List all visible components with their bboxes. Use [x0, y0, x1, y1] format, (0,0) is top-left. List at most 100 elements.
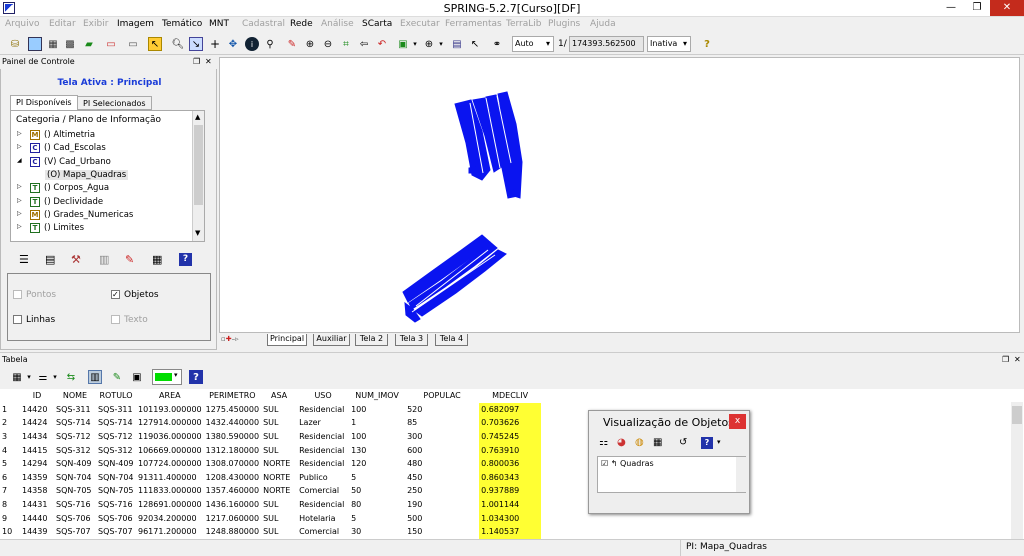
- column-header[interactable]: AREA: [136, 389, 204, 403]
- zoom-fit-icon[interactable]: ⌗: [339, 37, 353, 51]
- chevron-down-icon[interactable]: ▾: [434, 37, 448, 51]
- menu-terralib[interactable]: TerraLib: [506, 19, 542, 29]
- column-header[interactable]: ASA: [261, 389, 297, 403]
- properties-icon[interactable]: ▤: [45, 253, 55, 266]
- table-row[interactable]: 9 14440 SQS-706 SQS-706 92034.200000 1217.060…: [0, 511, 542, 525]
- objects-list-item[interactable]: ☑ ↰ Quadras: [601, 459, 654, 468]
- grid-view-icon[interactable]: ▥: [88, 370, 102, 384]
- help-icon[interactable]: ?: [700, 37, 714, 51]
- list-icon[interactable]: ☰: [19, 253, 29, 266]
- info-icon[interactable]: i: [245, 37, 259, 51]
- tree-item[interactable]: ▷ T () Limites: [11, 222, 191, 235]
- measure-icon[interactable]: ⚲: [263, 37, 277, 51]
- tree-item[interactable]: ▷ C () Cad_Escolas: [11, 142, 191, 155]
- column-header[interactable]: ROTULO: [96, 389, 136, 403]
- zoom-out-icon[interactable]: ⊖: [321, 37, 335, 51]
- color-wheel-icon[interactable]: ◍: [635, 437, 644, 448]
- canvas-tab-tela2[interactable]: Tela 2: [355, 334, 388, 346]
- close-icon[interactable]: ✕: [205, 55, 212, 69]
- database-icon[interactable]: ⛁: [8, 37, 22, 51]
- state-select[interactable]: Inativa ▾: [647, 36, 691, 52]
- undo-icon[interactable]: ↶: [375, 37, 389, 51]
- table-row[interactable]: 1 14420 SQS-311 SQS-311 101193.000000 1275.45…: [0, 402, 542, 417]
- frame-icon[interactable]: ▤: [450, 37, 464, 51]
- transfer-icon[interactable]: ⇆: [64, 370, 78, 384]
- tree-item[interactable]: ▷ T () Corpos_Agua: [11, 182, 191, 195]
- quadra-polygon[interactable]: [468, 166, 477, 174]
- select-tool-icon[interactable]: ↖: [148, 37, 162, 51]
- column-header[interactable]: [0, 389, 20, 403]
- tool-icon[interactable]: ⚒: [71, 253, 81, 266]
- help-icon[interactable]: ?: [189, 370, 203, 384]
- save-icon[interactable]: ▣: [130, 370, 144, 384]
- zoom-window-icon[interactable]: ↘: [189, 37, 203, 51]
- window-icon[interactable]: ▭: [104, 37, 118, 51]
- edit-table-icon[interactable]: ✎: [110, 370, 124, 384]
- tree-scrollbar[interactable]: ▲ ▼: [192, 111, 204, 241]
- canvas-tab-tela4[interactable]: Tela 4: [435, 334, 468, 346]
- canvas-tab-principal[interactable]: Principal: [267, 334, 307, 346]
- menu-scarta[interactable]: SCarta: [362, 19, 392, 29]
- texto-checkbox[interactable]: [111, 315, 120, 324]
- menu-rede[interactable]: Rede: [290, 19, 313, 29]
- quadra-polygon[interactable]: [408, 241, 498, 310]
- scroll-down-icon[interactable]: ▼: [195, 229, 200, 237]
- tree-item[interactable]: ▷ T () Declividade: [11, 196, 191, 209]
- chevron-down-icon[interactable]: ▾: [717, 438, 721, 446]
- table-row[interactable]: 2 14424 SQS-714 SQS-714 127914.000000 1432.44…: [0, 416, 542, 430]
- map-canvas[interactable]: [219, 57, 1020, 333]
- chart-icon[interactable]: ▥: [99, 253, 109, 266]
- help-icon[interactable]: ?: [179, 253, 192, 266]
- tree-item[interactable]: ▷ M () Grades_Numericas: [11, 209, 191, 222]
- objetos-checkbox[interactable]: ✓: [111, 290, 120, 299]
- menu-imagem[interactable]: Imagem: [117, 19, 154, 29]
- help-icon[interactable]: ?: [701, 437, 713, 449]
- tree-item[interactable]: (O) Mapa_Quadras: [11, 169, 191, 182]
- expander-icon[interactable]: ◢: [17, 157, 22, 164]
- minimize-button[interactable]: —: [938, 0, 964, 16]
- table-scrollbar[interactable]: [1011, 402, 1023, 539]
- pan-icon[interactable]: ✥: [226, 37, 240, 51]
- float-icon[interactable]: ❐: [193, 55, 200, 69]
- restore-button[interactable]: ❐: [964, 0, 990, 16]
- edit-icon[interactable]: ✎: [125, 253, 134, 266]
- table-icon[interactable]: ▦: [653, 437, 662, 448]
- attribute-table[interactable]: ID NOME ROTULO AREA PERIMETRO ASA USO NUM_IMOV P…: [0, 389, 1024, 539]
- grid-icon[interactable]: ▩: [63, 37, 77, 51]
- table-row[interactable]: 3 14434 SQS-712 SQS-712 119036.000000 1380.59…: [0, 429, 542, 444]
- menu-anlise[interactable]: Análise: [321, 19, 354, 29]
- menu-executar[interactable]: Executar: [400, 19, 440, 29]
- menu-cadastral[interactable]: Cadastral: [242, 19, 285, 29]
- add-icon[interactable]: +: [208, 37, 222, 51]
- objects-scrollbar[interactable]: [736, 457, 746, 492]
- tree-item[interactable]: ◢ C (V) Cad_Urbano: [11, 156, 191, 169]
- scale-input[interactable]: 174393.562500: [569, 36, 644, 52]
- scroll-thumb[interactable]: [1012, 406, 1022, 424]
- chevron-down-icon[interactable]: ▾: [22, 370, 36, 384]
- column-header[interactable]: NUM_IMOV: [349, 389, 405, 403]
- zoom-in-icon[interactable]: ⊕: [303, 37, 317, 51]
- layer-icon[interactable]: ▦: [46, 37, 60, 51]
- column-header[interactable]: USO: [297, 389, 349, 403]
- menu-exibir[interactable]: Exibir: [83, 19, 108, 29]
- menu-temtico[interactable]: Temático: [162, 19, 202, 29]
- scroll-thumb[interactable]: [194, 125, 203, 205]
- dock-icon[interactable]: ▭: [126, 37, 140, 51]
- expander-icon[interactable]: ▷: [17, 197, 22, 204]
- expander-icon[interactable]: ▷: [17, 130, 22, 137]
- table-row[interactable]: 7 14358 SQN-705 SQN-705 111833.000000 1357.46…: [0, 484, 542, 498]
- scale-mode-select[interactable]: Auto ▾: [512, 36, 554, 52]
- objects-window-close[interactable]: x: [729, 414, 746, 429]
- float-icon[interactable]: ❐: [1002, 353, 1009, 367]
- menu-plugins[interactable]: Plugins: [548, 19, 580, 29]
- tab-pi-selecionados[interactable]: PI Selecionados: [77, 96, 152, 110]
- column-header[interactable]: POPULAC: [405, 389, 479, 403]
- menu-editar[interactable]: Editar: [49, 19, 76, 29]
- column-header[interactable]: ID: [20, 389, 54, 403]
- menu-mnt[interactable]: MNT: [209, 19, 229, 29]
- table-row[interactable]: 5 14294 SQN-409 SQN-409 107724.000000 1308.07…: [0, 456, 542, 471]
- table-row[interactable]: 6 14359 SQN-704 SQN-704 91311.400000 1208.430…: [0, 470, 542, 485]
- expander-icon[interactable]: ▷: [17, 210, 22, 217]
- palette-icon[interactable]: ◕: [617, 437, 626, 448]
- table-row[interactable]: 10 14439 SQS-707 SQS-707 96171.200000 1248.88…: [0, 524, 542, 539]
